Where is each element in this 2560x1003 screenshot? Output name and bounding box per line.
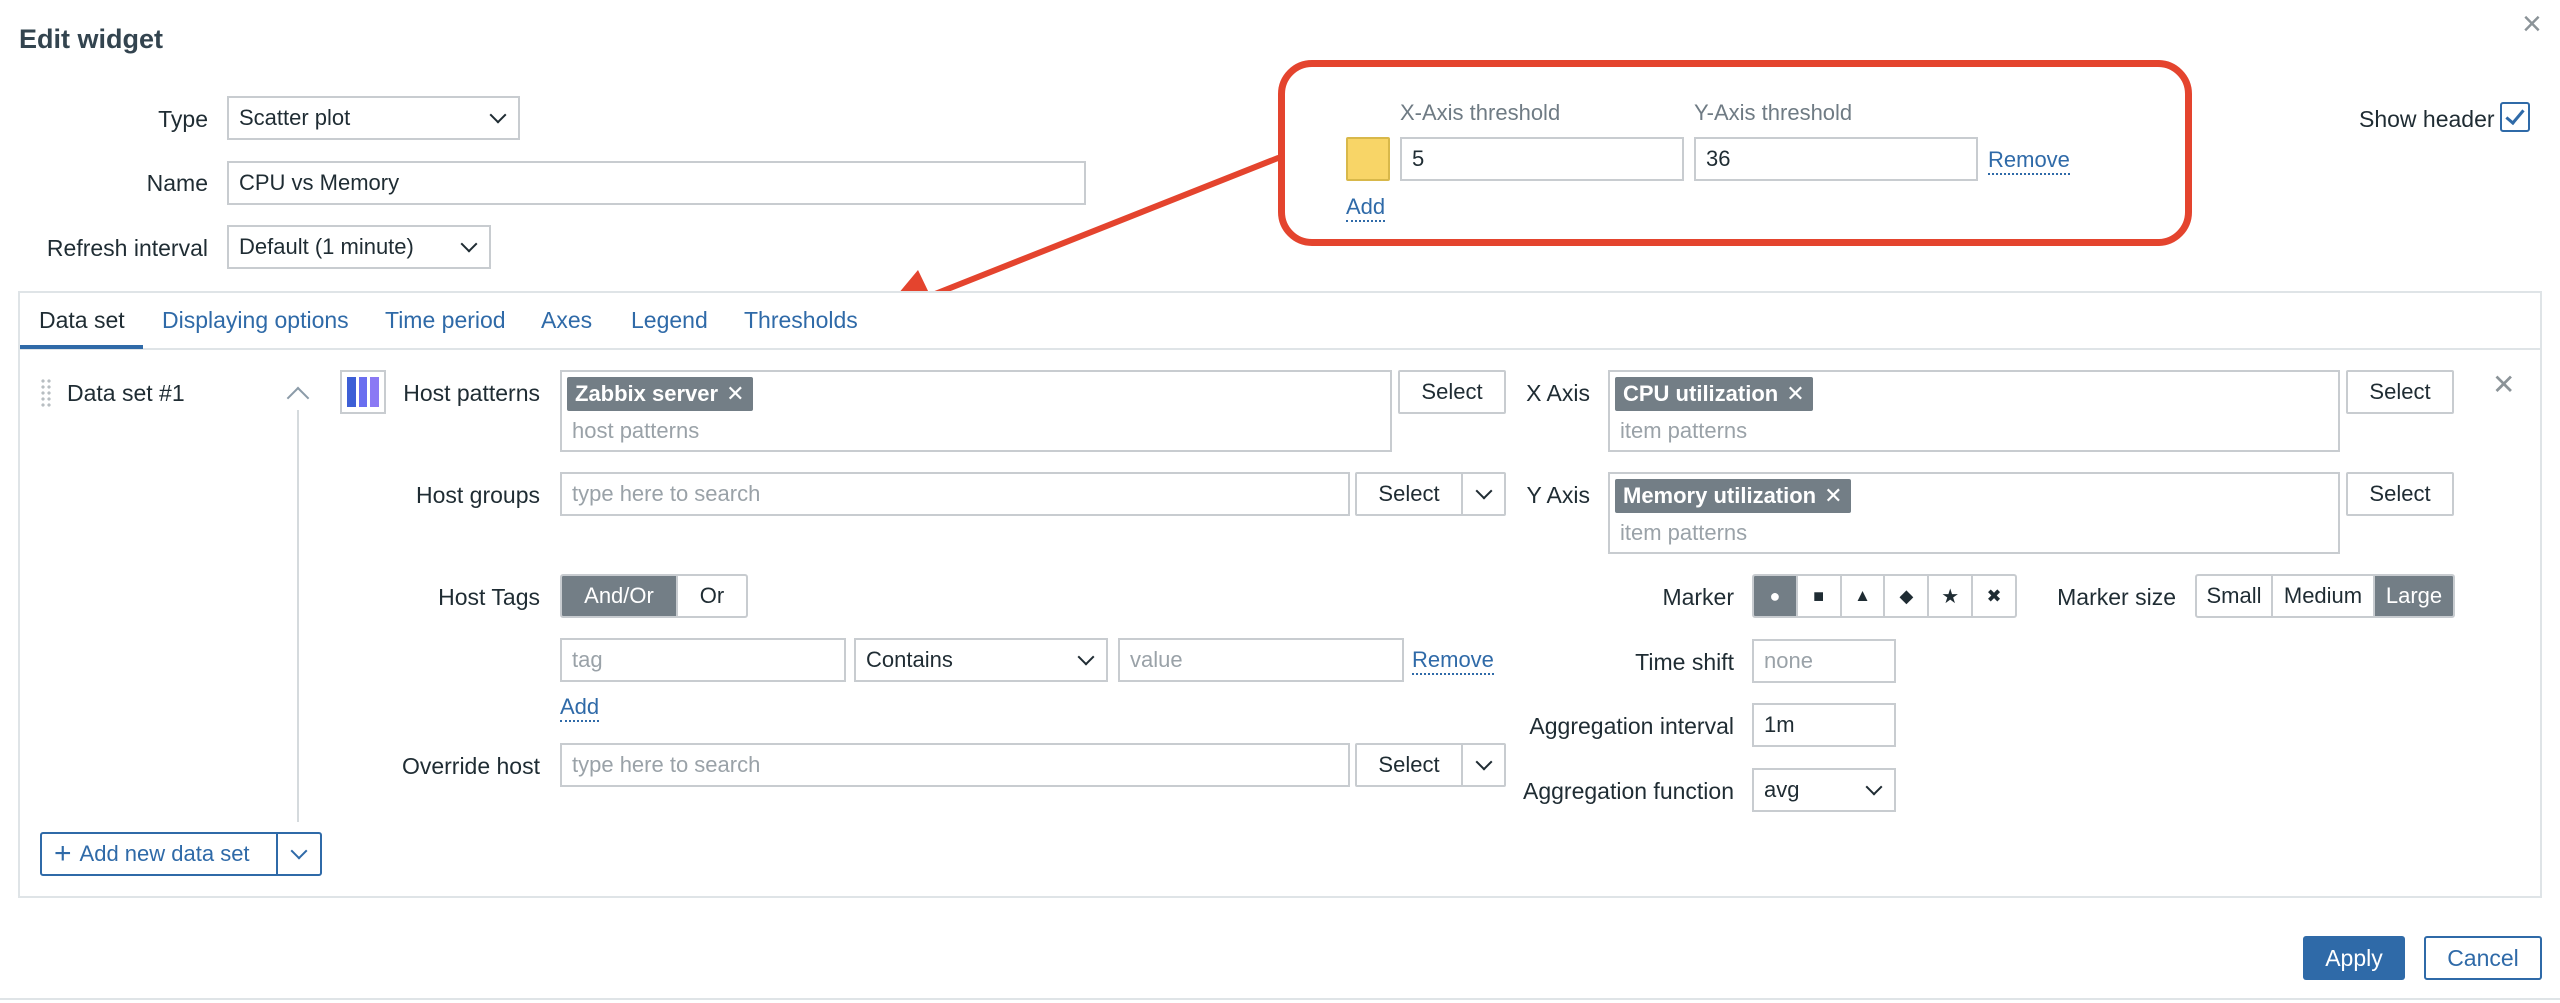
y-axis-item-tag-label: Memory utilization	[1623, 483, 1817, 508]
and-or-option[interactable]: And/Or	[562, 576, 678, 616]
x-axis-label: X Axis	[1526, 380, 1590, 406]
remove-tag-icon[interactable]: ✕	[1786, 381, 1804, 407]
tag-add-link[interactable]: Add	[560, 694, 600, 722]
check-icon	[2505, 104, 2525, 126]
marker-label: Marker	[1662, 584, 1734, 610]
star-icon[interactable]: ★	[1929, 576, 1974, 616]
apply-button[interactable]: Apply	[2303, 936, 2405, 980]
host-tags-label: Host Tags	[438, 584, 540, 610]
host-tags-operator-toggle[interactable]: And/Or Or	[560, 574, 748, 618]
tab-thresholds[interactable]: Thresholds	[744, 307, 858, 334]
y-axis-label: Y Axis	[1526, 482, 1591, 508]
aggregation-function-label: Aggregation function	[1523, 778, 1734, 804]
add-dataset-dropdown-button[interactable]	[276, 832, 322, 876]
override-host-select-button[interactable]: Select	[1355, 743, 1463, 787]
host-patterns-label: Host patterns	[403, 380, 540, 406]
marker-size-label: Marker size	[2057, 584, 2176, 610]
marker-size-medium[interactable]: Medium	[2273, 576, 2375, 616]
host-patterns-placeholder: host patterns	[572, 418, 700, 443]
x-axis-item-tag: CPU utilization ✕	[1615, 377, 1813, 411]
tag-operator-select[interactable]: Contains	[854, 638, 1108, 682]
marker-size-toggle[interactable]: Small Medium Large	[2195, 574, 2455, 618]
aggregation-interval-input[interactable]	[1752, 703, 1896, 747]
add-dataset-label: Add new data set	[79, 841, 250, 866]
tab-bar-divider	[20, 348, 2540, 350]
host-patterns-select-button[interactable]: Select	[1398, 370, 1506, 414]
x-axis-multiselect[interactable]: CPU utilization ✕ item patterns	[1608, 370, 2340, 452]
footer-divider	[0, 998, 2560, 1000]
tag-value-input[interactable]	[1118, 638, 1404, 682]
triangle-icon[interactable]: ▲	[1842, 576, 1886, 616]
diamond-icon[interactable]: ◆	[1885, 576, 1930, 616]
or-option[interactable]: Or	[678, 576, 746, 616]
y-axis-placeholder: item patterns	[1620, 520, 1748, 545]
tab-axes[interactable]: Axes	[541, 307, 592, 334]
marker-size-large[interactable]: Large	[2375, 576, 2453, 616]
time-shift-label: Time shift	[1635, 649, 1734, 675]
plus-icon: +	[54, 837, 72, 870]
y-axis-item-tag: Memory utilization ✕	[1615, 479, 1851, 513]
tab-data-set[interactable]: Data set	[39, 307, 125, 334]
chevron-down-icon	[290, 842, 308, 860]
host-tag-label: Zabbix server	[575, 381, 719, 406]
y-axis-select-button[interactable]: Select	[2346, 472, 2454, 516]
override-host-label: Override host	[401, 753, 540, 779]
chevron-down-icon	[1475, 482, 1492, 500]
drag-handle-icon[interactable]	[40, 378, 52, 408]
chevron-down-icon	[1077, 648, 1095, 666]
show-header-checkbox[interactable]	[2500, 102, 2530, 132]
circle-icon[interactable]: ●	[1754, 576, 1798, 616]
square-icon[interactable]: ■	[1798, 576, 1842, 616]
host-groups-label: Host groups	[415, 482, 540, 508]
remove-tag-icon[interactable]: ✕	[1824, 483, 1842, 509]
aggregation-function-select[interactable]: avg	[1752, 768, 1896, 812]
add-dataset-button[interactable]: + Add new data set	[40, 832, 278, 876]
time-shift-input[interactable]	[1752, 639, 1896, 683]
tag-operator-value: Contains	[866, 647, 953, 672]
aggregation-interval-label: Aggregation interval	[1529, 713, 1734, 739]
dataset-vertical-line	[297, 410, 299, 822]
palette-swatch	[370, 377, 380, 407]
active-tab-indicator	[20, 345, 143, 349]
host-groups-input[interactable]	[560, 472, 1350, 516]
dataset-name[interactable]: Data set #1	[67, 380, 185, 407]
show-header-label: Show header	[2359, 106, 2495, 132]
tag-input[interactable]	[560, 638, 846, 682]
x-axis-item-tag-label: CPU utilization	[1623, 381, 1779, 406]
chevron-down-icon	[1865, 778, 1883, 796]
host-tag: Zabbix server ✕	[567, 377, 753, 411]
host-groups-select-button[interactable]: Select	[1355, 472, 1463, 516]
tag-remove-link[interactable]: Remove	[1412, 647, 1494, 675]
remove-tag-icon[interactable]: ✕	[726, 381, 744, 407]
remove-dataset-icon[interactable]: ✕	[2492, 368, 2515, 401]
cross-icon[interactable]: ✖	[1973, 576, 2015, 616]
tab-legend[interactable]: Legend	[631, 307, 708, 334]
marker-size-small[interactable]: Small	[2197, 576, 2273, 616]
host-patterns-multiselect[interactable]: Zabbix server ✕ host patterns	[560, 370, 1392, 452]
override-host-input[interactable]	[560, 743, 1350, 787]
x-axis-select-button[interactable]: Select	[2346, 370, 2454, 414]
y-axis-multiselect[interactable]: Memory utilization ✕ item patterns	[1608, 472, 2340, 554]
palette-swatch	[358, 377, 368, 407]
marker-shape-toggle[interactable]: ● ■ ▲ ◆ ★ ✖	[1752, 574, 2017, 618]
chevron-down-icon	[1475, 753, 1492, 771]
palette-swatch	[347, 377, 356, 407]
tab-time-period[interactable]: Time period	[385, 307, 506, 334]
aggregation-function-value: avg	[1764, 777, 1800, 802]
tab-displaying-options[interactable]: Displaying options	[162, 307, 349, 334]
x-axis-placeholder: item patterns	[1620, 418, 1748, 443]
cancel-button[interactable]: Cancel	[2424, 936, 2542, 980]
